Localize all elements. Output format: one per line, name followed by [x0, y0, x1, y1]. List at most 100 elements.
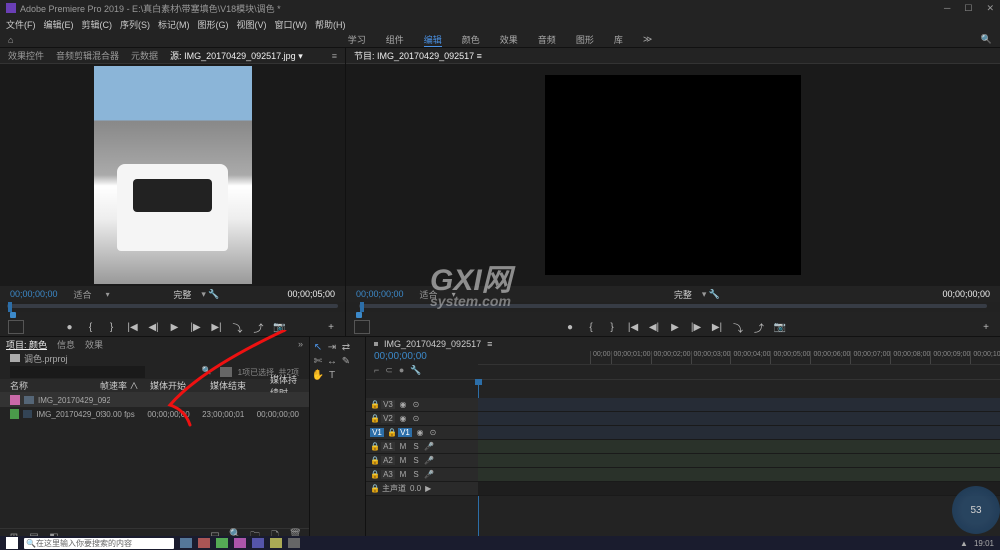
program-tc-out[interactable]: 00;00;00;00 [942, 289, 990, 299]
program-zoom-chevron[interactable]: ▾ 🔧 [702, 289, 720, 300]
prog-mark-out[interactable]: } [606, 321, 618, 333]
source-scrub[interactable] [0, 302, 345, 312]
floating-widget[interactable]: 53 [952, 486, 1000, 534]
menu-file[interactable]: 文件(F) [6, 18, 36, 31]
snap-button[interactable]: ⌐ [374, 365, 379, 379]
tab-info[interactable]: 信息 [57, 338, 75, 351]
ws-editing[interactable]: 编辑 [424, 33, 442, 47]
lock-icon[interactable]: 🔒 [370, 484, 378, 493]
slip-tool[interactable]: ↔ [326, 355, 338, 367]
lock-icon[interactable]: 🔒 [370, 442, 378, 451]
source-fit[interactable]: 适合 [74, 288, 92, 301]
timeline-menu-icon[interactable]: ≡ [487, 339, 492, 349]
razor-tool[interactable]: ✄ [312, 355, 324, 367]
tab-program[interactable]: 节目: IMG_20170429_092517 ≡ [354, 49, 482, 62]
project-search-input[interactable] [10, 366, 145, 378]
col-framerate[interactable]: 帧速率 ∧ [100, 379, 150, 392]
eye-icon[interactable]: ◉ [415, 428, 425, 437]
menu-window[interactable]: 窗口(W) [275, 18, 308, 31]
menu-clip[interactable]: 剪辑(C) [82, 18, 113, 31]
ws-graphics[interactable]: 图形 [576, 33, 594, 46]
program-tc-in[interactable]: 00;00;00;00 [356, 289, 404, 299]
prog-step-fwd[interactable]: |▶ [690, 321, 702, 333]
source-monitor[interactable] [0, 64, 345, 286]
track-a3-body[interactable] [478, 468, 1000, 481]
menu-graphics[interactable]: 图形(G) [198, 18, 229, 31]
prog-go-in[interactable]: |◀ [627, 321, 639, 333]
track-v3[interactable]: V3 [381, 400, 395, 409]
ws-overflow-icon[interactable]: ≫ [643, 34, 652, 45]
project-item[interactable]: IMG_20170429_092517 30.00 fps 00;00;00;0… [0, 407, 309, 421]
track-a1[interactable]: A1 [381, 442, 395, 451]
voice-icon[interactable]: 🎤 [424, 442, 434, 451]
track-v1-body[interactable] [478, 426, 1000, 439]
sequence-tab[interactable]: IMG_20170429_092517 [384, 339, 481, 349]
prog-export-frame[interactable]: 📷 [774, 321, 786, 333]
program-settings-button[interactable] [354, 320, 370, 334]
source-zoom-dropdown[interactable]: ▾ [106, 290, 110, 299]
tab-metadata[interactable]: 元数据 [131, 49, 158, 62]
linked-select-button[interactable]: ⊂ [385, 365, 393, 379]
voice-icon[interactable]: 🎤 [424, 456, 434, 465]
sync-icon[interactable]: ⊙ [411, 414, 421, 423]
tab-project[interactable]: 项目: 颜色 [6, 338, 47, 351]
hand-tool[interactable]: ✋ [312, 369, 324, 381]
project-overflow[interactable]: » [298, 339, 303, 349]
mute-icon[interactable]: M [398, 442, 408, 451]
tab-audio-mixer[interactable]: 音频剪辑混合器 [56, 49, 119, 62]
overwrite-button[interactable]: ⤴ [253, 321, 265, 333]
selection-tool[interactable]: ↖ [312, 341, 324, 353]
mute-icon[interactable]: M [398, 470, 408, 479]
eye-icon[interactable]: ◉ [398, 400, 408, 409]
solo-icon[interactable]: S [411, 442, 421, 451]
program-monitor[interactable] [346, 64, 1000, 286]
sync-icon[interactable]: ⊙ [428, 428, 438, 437]
taskbar-app[interactable] [180, 538, 192, 548]
menu-help[interactable]: 帮助(H) [315, 18, 346, 31]
program-zoom-label[interactable]: 完整 [674, 288, 692, 301]
track-select-tool[interactable]: ⇥ [326, 341, 338, 353]
master-value[interactable]: 0.0 [410, 484, 421, 493]
menu-view[interactable]: 视图(V) [237, 18, 267, 31]
step-back-button[interactable]: ◀| [148, 321, 160, 333]
source-zoom-label[interactable]: 完整 [173, 288, 191, 301]
sync-icon[interactable]: ⊙ [411, 400, 421, 409]
lock-icon[interactable]: 🔒 [370, 456, 378, 465]
start-button[interactable] [6, 537, 18, 549]
track-v2-body[interactable] [478, 412, 1000, 425]
go-in-button[interactable]: |◀ [127, 321, 139, 333]
settings-button[interactable]: 🔧 [410, 365, 421, 379]
ws-color[interactable]: 颜色 [462, 33, 480, 46]
step-fwd-button[interactable]: |▶ [190, 321, 202, 333]
voice-icon[interactable]: 🎤 [424, 470, 434, 479]
source-tc-in[interactable]: 00;00;00;00 [10, 289, 58, 299]
export-frame-button[interactable]: 📷 [274, 321, 286, 333]
minimize-button[interactable]: ─ [944, 3, 950, 14]
clock[interactable]: 19:01 [974, 539, 994, 548]
lock-icon[interactable]: 🔒 [370, 470, 378, 479]
ws-audio[interactable]: 音频 [538, 33, 556, 46]
solo-icon[interactable]: S [411, 470, 421, 479]
ws-effects[interactable]: 效果 [500, 33, 518, 46]
lock-icon[interactable]: 🔒 [370, 400, 378, 409]
prog-add-marker[interactable]: ● [564, 321, 576, 333]
prog-lift[interactable]: ⤵ [732, 321, 744, 333]
prog-play[interactable]: ▶ [669, 321, 681, 333]
prog-go-out[interactable]: ▶| [711, 321, 723, 333]
track-a2[interactable]: A2 [381, 456, 395, 465]
track-a1-body[interactable] [478, 440, 1000, 453]
project-item[interactable]: IMG_20170429_092517.jpg [0, 393, 309, 407]
solo-icon[interactable]: S [411, 456, 421, 465]
marker-button[interactable]: ● [399, 365, 404, 379]
tab-effect-controls[interactable]: 效果控件 [8, 49, 44, 62]
prog-button-editor-plus[interactable]: + [980, 321, 992, 333]
mark-out-button[interactable]: } [106, 321, 118, 333]
play-button[interactable]: ▶ [169, 321, 181, 333]
prog-step-back[interactable]: ◀| [648, 321, 660, 333]
timeline-ruler[interactable]: 00;0000;00;01;0000;00;02;0000;00;03;0000… [478, 351, 1000, 365]
eye-icon[interactable]: ◉ [398, 414, 408, 423]
track-v1[interactable]: V1 [398, 428, 412, 437]
taskbar-app[interactable] [234, 538, 246, 548]
prog-mark-in[interactable]: { [585, 321, 597, 333]
add-marker-button[interactable]: ● [64, 321, 76, 333]
